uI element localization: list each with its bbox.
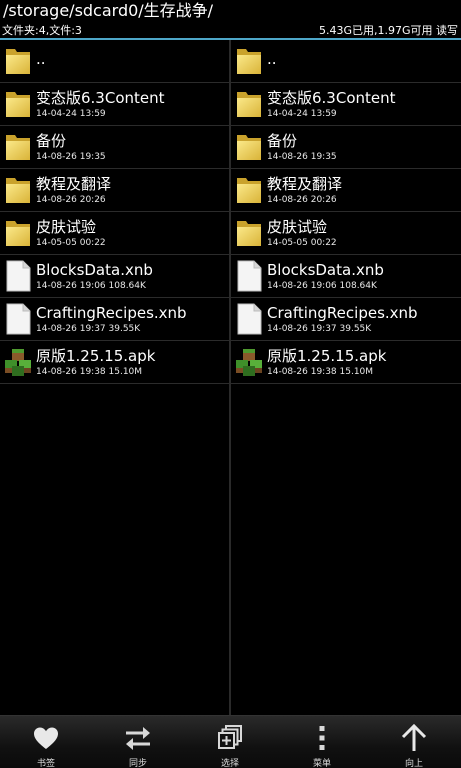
more-vertical-icon bbox=[319, 726, 325, 750]
file-row[interactable]: 备份 14-08-26 19:35 bbox=[231, 126, 461, 169]
apk-icon bbox=[235, 346, 263, 378]
item-counts: 文件夹:4,文件:3 bbox=[2, 24, 82, 37]
file-row[interactable]: 教程及翻译 14-08-26 20:26 bbox=[231, 169, 461, 212]
folder-icon bbox=[235, 88, 263, 120]
sync-arrows-icon bbox=[126, 727, 150, 750]
folder-icon bbox=[235, 217, 263, 249]
file-meta: 14-08-26 19:35 bbox=[267, 152, 337, 162]
select-label: 选择 bbox=[220, 759, 239, 768]
folder-icon bbox=[4, 88, 32, 120]
folder-icon bbox=[4, 131, 32, 163]
folder-icon bbox=[4, 217, 32, 249]
heart-icon bbox=[34, 727, 58, 749]
file-name: 皮肤试验 bbox=[36, 218, 97, 236]
file-row[interactable]: 备份 14-08-26 19:35 bbox=[0, 126, 229, 169]
file-name: 变态版6.3Content bbox=[267, 89, 396, 107]
file-name: 教程及翻译 bbox=[267, 175, 343, 193]
bookmarks-label: 书签 bbox=[36, 759, 55, 768]
folder-icon bbox=[235, 131, 263, 163]
file-row[interactable]: 原版1.25.15.apk 14-08-26 19:38 15.10M bbox=[231, 341, 461, 384]
file-row[interactable]: 教程及翻译 14-08-26 20:26 bbox=[0, 169, 229, 212]
file-meta: 14-05-05 00:22 bbox=[267, 238, 337, 248]
select-button[interactable]: 选择 bbox=[184, 716, 276, 768]
file-row[interactable]: 原版1.25.15.apk 14-08-26 19:38 15.10M bbox=[0, 341, 229, 384]
apk-icon bbox=[4, 346, 32, 378]
folder-icon bbox=[4, 45, 32, 77]
file-icon bbox=[235, 260, 263, 292]
up-button[interactable]: 向上 bbox=[368, 716, 460, 768]
file-name: 备份 bbox=[36, 132, 67, 150]
folder-icon bbox=[235, 45, 263, 77]
file-row[interactable]: CraftingRecipes.xnb 14-08-26 19:37 39.55K bbox=[231, 298, 461, 341]
file-meta: 14-08-26 19:38 15.10M bbox=[267, 367, 374, 377]
menu-button[interactable]: 菜单 bbox=[276, 716, 368, 768]
file-name: 变态版6.3Content bbox=[36, 89, 165, 107]
file-meta: 14-04-24 13:59 bbox=[267, 109, 337, 119]
file-name: BlocksData.xnb bbox=[36, 261, 153, 279]
file-name: .. bbox=[267, 50, 277, 68]
file-meta: 14-08-26 19:38 15.10M bbox=[36, 367, 143, 377]
file-meta: 14-05-05 00:22 bbox=[36, 238, 106, 248]
file-row[interactable]: CraftingRecipes.xnb 14-08-26 19:37 39.55K bbox=[0, 298, 229, 341]
file-meta: 14-08-26 19:37 39.55K bbox=[267, 324, 372, 334]
left-file-pane[interactable]: .. 变态版6.3Content 14-04-24 13:59 备份 14-08-26 … bbox=[0, 40, 229, 715]
file-icon bbox=[235, 303, 263, 335]
file-name: .. bbox=[36, 50, 46, 68]
file-row[interactable]: BlocksData.xnb 14-08-26 19:06 108.64K bbox=[0, 255, 229, 298]
file-meta: 14-08-26 20:26 bbox=[36, 195, 106, 205]
file-name: BlocksData.xnb bbox=[267, 261, 384, 279]
storage-info-bar: 文件夹:4,文件:3 5.43G已用,1.97G可用 读写 bbox=[0, 22, 461, 39]
sync-label: 同步 bbox=[128, 759, 147, 768]
parent-directory-row[interactable]: .. bbox=[231, 40, 461, 83]
menu-label: 菜单 bbox=[312, 759, 331, 768]
multi-select-icon bbox=[218, 725, 242, 749]
file-meta: 14-08-26 19:35 bbox=[36, 152, 106, 162]
file-name: 备份 bbox=[267, 132, 298, 150]
file-meta: 14-08-26 19:06 108.64K bbox=[267, 281, 377, 291]
file-name: CraftingRecipes.xnb bbox=[267, 304, 418, 322]
current-path: /storage/sdcard0/生存战争/ bbox=[3, 1, 214, 20]
file-icon bbox=[4, 303, 32, 335]
file-name: 原版1.25.15.apk bbox=[267, 347, 387, 365]
file-row[interactable]: 皮肤试验 14-05-05 00:22 bbox=[0, 212, 229, 255]
file-row[interactable]: BlocksData.xnb 14-08-26 19:06 108.64K bbox=[231, 255, 461, 298]
file-name: 皮肤试验 bbox=[267, 218, 328, 236]
file-meta: 14-04-24 13:59 bbox=[36, 109, 106, 119]
folder-icon bbox=[235, 174, 263, 206]
file-name: 原版1.25.15.apk bbox=[36, 347, 156, 365]
file-row[interactable]: 变态版6.3Content 14-04-24 13:59 bbox=[0, 83, 229, 126]
storage-usage: 5.43G已用,1.97G可用 读写 bbox=[318, 24, 458, 37]
file-meta: 14-08-26 19:37 39.55K bbox=[36, 324, 141, 334]
sync-button[interactable]: 同步 bbox=[92, 716, 184, 768]
right-file-pane[interactable]: .. 变态版6.3Content 14-04-24 13:59 备份 14-08-26 … bbox=[231, 40, 461, 715]
file-row[interactable]: 变态版6.3Content 14-04-24 13:59 bbox=[231, 83, 461, 126]
folder-icon bbox=[4, 174, 32, 206]
file-name: 教程及翻译 bbox=[36, 175, 112, 193]
up-label: 向上 bbox=[404, 759, 423, 768]
file-name: CraftingRecipes.xnb bbox=[36, 304, 187, 322]
file-meta: 14-08-26 20:26 bbox=[267, 195, 337, 205]
arrow-up-icon bbox=[401, 723, 427, 751]
file-meta: 14-08-26 19:06 108.64K bbox=[36, 281, 146, 291]
bookmarks-button[interactable]: 书签 bbox=[0, 716, 92, 768]
parent-directory-row[interactable]: .. bbox=[0, 40, 229, 83]
file-row[interactable]: 皮肤试验 14-05-05 00:22 bbox=[231, 212, 461, 255]
bottom-toolbar: 书签 同步 选择 菜单 向上 bbox=[0, 715, 461, 768]
file-icon bbox=[4, 260, 32, 292]
